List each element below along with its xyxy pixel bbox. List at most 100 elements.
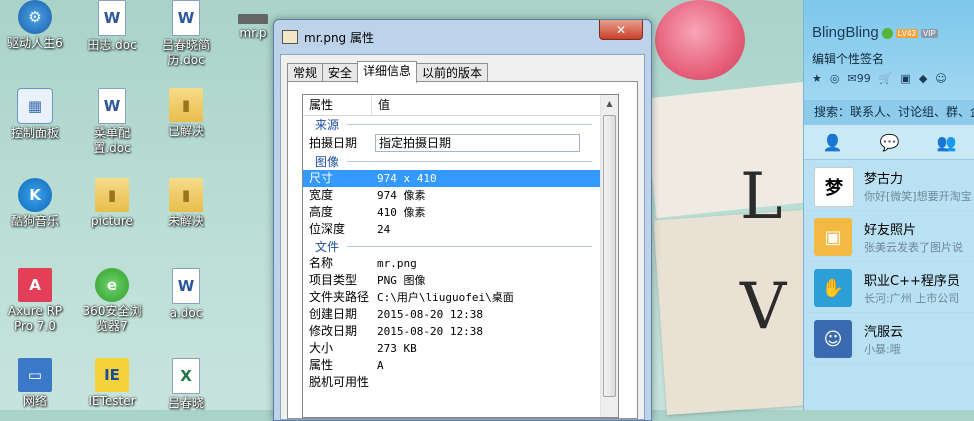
wallpaper-flower [655,0,745,80]
driver-icon: ⚙ [18,0,52,34]
group-icon: 👥 [936,132,957,152]
desktop-icon-360-browser[interactable]: e 360安全浏览器7 [80,268,144,334]
qq-header: BlingBling LV43 VIP 编辑个性签名 ★ ◎ ✉99 🛒 ▣ ◆ ☺… [804,0,974,125]
word-doc-icon: W [172,0,200,36]
folder-icon: ▮ [169,88,203,122]
desktop-icon-folder[interactable]: ▮ picture [80,178,144,229]
desktop-icon-doc[interactable]: W a.doc [154,268,218,321]
desktop-icon-doc[interactable]: W 吕春晓简历.doc [154,0,218,68]
tab-previous-versions[interactable]: 以前的版本 [416,63,489,82]
title-bar[interactable]: mr.png 属性 [274,20,651,54]
person-icon: 👤 [822,132,843,152]
table-row[interactable]: 属性 A [303,357,618,374]
dialog-title: mr.png 属性 [304,30,374,45]
ietester-icon: IE [95,358,129,392]
tab-details[interactable]: 详细信息 [357,61,418,83]
star-icon[interactable]: ★ [812,72,822,85]
table-row[interactable]: 位深度 24 [303,221,618,238]
table-row[interactable]: 文件夹路径 C:\用户\liuguofei\桌面 [303,289,618,306]
vip-badge: VIP [920,28,938,38]
table-row[interactable]: 名称 mr.png [303,255,618,272]
desktop-icon-doc[interactable]: W 菜单配置.doc [80,88,144,156]
qq-panel: BlingBling LV43 VIP 编辑个性签名 ★ ◎ ✉99 🛒 ▣ ◆ ☺… [803,0,974,410]
desktop-icon-kugou[interactable]: K 酷狗音乐 [3,178,67,229]
table-row[interactable]: 高度 410 像素 [303,204,618,221]
table-row[interactable]: 宽度 974 像素 [303,187,618,204]
wallpaper-card [653,210,817,415]
dialog-body: 常规 安全 详细信息 以前的版本 属性 值 来源 拍摄日期 指定拍摄日期 图像 [280,54,645,420]
folder-icon: ▮ [169,178,203,212]
list-item[interactable]: ✋ 职业C++程序员 长河:广州 上市公司 [804,262,974,313]
table-row[interactable]: 尺寸 974 x 410 [303,170,600,187]
desktop-icon-folder[interactable]: ▮ 未解决 [154,178,218,229]
tab-groups[interactable]: 👥 [918,125,974,159]
close-button[interactable]: ✕ [599,20,643,40]
image-file-icon [282,30,298,44]
avatar: ✋ [814,269,852,307]
axure-icon: A [18,268,52,302]
signature-text[interactable]: 编辑个性签名 [812,50,884,67]
desktop-icon-axure[interactable]: A Axure RP Pro 7.0 [3,268,67,334]
online-status-icon[interactable] [881,27,893,39]
list-item[interactable]: ☺ 汽服云 小暴:哦 [804,313,974,364]
table-row[interactable]: 脱机可用性 [303,374,618,391]
desktop-icon-control-panel[interactable]: ▦ 控制面板 [3,88,67,141]
table-row[interactable]: 创建日期 2015-08-20 12:38 [303,306,618,323]
folder-icon: ▮ [95,178,129,212]
tab-strip: 常规 安全 详细信息 以前的版本 [287,61,489,83]
table-row[interactable]: 项目类型 PNG 图像 [303,272,618,289]
pet-icon[interactable]: ☺ [935,72,946,85]
tab-messages[interactable]: 💬 [861,125,918,159]
level-badge: LV43 [895,28,918,38]
table-row[interactable]: 大小 273 KB [303,340,618,357]
cart-icon[interactable]: 🛒 [879,72,893,85]
chat-icon: 💬 [879,132,900,152]
desktop-icon-image[interactable]: mr.p [230,0,276,41]
tab-contacts[interactable]: 👤 [804,125,861,159]
details-panel: 属性 值 来源 拍摄日期 指定拍摄日期 图像 尺寸 974 x 410 宽度 9… [287,81,638,419]
property-list: 属性 值 来源 拍摄日期 指定拍摄日期 图像 尺寸 974 x 410 宽度 9… [302,94,619,418]
table-row[interactable]: 修改日期 2015-08-20 12:38 [303,323,618,340]
wallpaper-letter: V [740,270,787,344]
properties-dialog: mr.png 属性 ✕ 常规 安全 详细信息 以前的版本 属性 值 来源 拍摄日… [273,19,652,421]
kugou-icon: K [18,178,52,212]
desktop-icon-network[interactable]: ▭ 网络 [3,358,67,409]
bag-icon[interactable]: ◆ [919,72,927,85]
avatar: 梦 [814,167,854,207]
table-row[interactable]: 拍摄日期 指定拍摄日期 [303,133,618,153]
desktop-icon-folder[interactable]: ▮ 已解决 [154,88,218,139]
control-panel-icon: ▦ [17,88,53,124]
date-taken-field[interactable]: 指定拍摄日期 [375,134,580,152]
word-doc-icon: W [98,0,126,36]
word-doc-icon: W [172,268,200,304]
desktop-icon-excel[interactable]: X 吕春晓 [154,358,218,411]
word-doc-icon: W [98,88,126,124]
tab-general[interactable]: 常规 [287,63,324,82]
list-item[interactable]: 梦 梦古力 你好[微笑]想要开淘宝 [804,160,974,211]
scroll-thumb[interactable] [603,115,616,397]
avatar: ▣ [814,218,852,256]
section-header-image: 图像 [303,153,618,170]
browser-360-icon: e [95,268,129,302]
column-header-value[interactable]: 值 [372,95,609,115]
wallpaper-card [644,81,816,219]
image-file-icon [238,14,268,24]
tab-security[interactable]: 安全 [322,63,359,82]
qq-toolbar: ★ ◎ ✉99 🛒 ▣ ◆ ☺ [812,72,947,85]
list-item[interactable]: ▣ 好友照片 张美云发表了图片说 [804,211,974,262]
desktop-icon-ietester[interactable]: IE IETester [80,358,144,409]
desktop-icon-doc[interactable]: W 田志.doc [80,0,144,53]
column-header-property[interactable]: 属性 [303,95,372,115]
section-header-file: 文件 [303,238,618,255]
wallet-icon[interactable]: ▣ [900,72,910,85]
contact-search-input[interactable]: 搜索：联系人、讨论组、群、企 [804,100,974,125]
excel-icon: X [172,358,200,394]
vertical-scrollbar[interactable]: ▲ [600,95,618,417]
qq-tabs: 👤 💬 👥 [804,125,974,160]
scroll-up-icon[interactable]: ▲ [601,95,618,112]
avatar: ☺ [814,320,852,358]
qq-username[interactable]: BlingBling LV43 VIP [812,24,938,41]
mail-icon[interactable]: ✉99 [847,72,870,85]
desktop-icon-driver[interactable]: ⚙ 驱动人生6 [3,0,67,51]
qzone-icon[interactable]: ◎ [830,72,840,85]
